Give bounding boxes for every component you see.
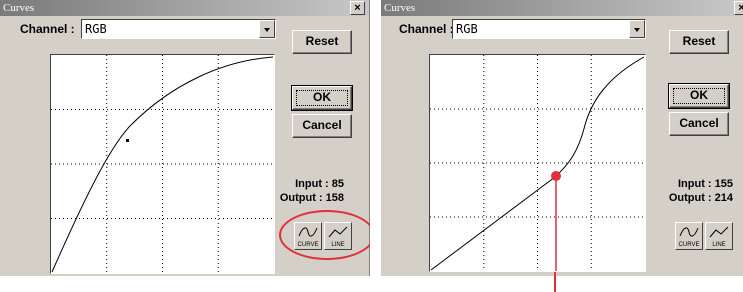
curve-mode-button[interactable]: CURVE xyxy=(675,222,703,250)
curve-icon xyxy=(679,227,699,237)
highlight-ellipse xyxy=(279,210,375,260)
marker-line-extension xyxy=(554,272,556,292)
ok-button[interactable]: OK xyxy=(668,83,730,109)
channel-label: Channel : xyxy=(20,22,75,36)
line-mode-button[interactable]: LINE xyxy=(705,222,733,250)
curve-graph[interactable] xyxy=(50,54,275,274)
focus-rect xyxy=(296,90,348,106)
curve-mode-label: CURVE xyxy=(678,242,700,248)
window-title: Curves xyxy=(384,2,416,14)
window-title: Curves xyxy=(3,2,35,14)
channel-value: RGB xyxy=(456,22,478,36)
channel-label: Channel : xyxy=(399,22,454,36)
channel-dropdown[interactable]: RGB xyxy=(452,19,646,39)
title-bar: Curves xyxy=(381,0,743,16)
line-mode-label: LINE xyxy=(712,242,726,248)
divider xyxy=(370,0,381,276)
cancel-button[interactable]: Cancel xyxy=(669,112,729,136)
output-readout: Output : 214 xyxy=(668,192,733,204)
focus-rect xyxy=(673,88,725,104)
channel-value: RGB xyxy=(85,22,107,36)
cancel-button[interactable]: Cancel xyxy=(292,114,352,138)
control-point-marker xyxy=(551,171,561,181)
curve-graph[interactable] xyxy=(429,54,646,272)
curve-plot[interactable] xyxy=(51,55,274,273)
channel-dropdown[interactable]: RGB xyxy=(81,19,276,39)
control-point xyxy=(126,139,129,142)
grid-lines xyxy=(430,55,645,271)
line-icon xyxy=(709,226,729,238)
reset-button[interactable]: Reset xyxy=(669,30,729,54)
curves-dialog-left: Curves × Channel : RGB Reset OK Cancel I… xyxy=(0,0,375,276)
title-bar: Curves xyxy=(0,0,369,16)
close-button[interactable]: × xyxy=(734,1,743,15)
close-button[interactable]: × xyxy=(350,1,365,15)
chevron-down-icon[interactable] xyxy=(629,20,645,38)
curves-dialog-right: Curves × Channel : RGB Reset OK Cancel I… xyxy=(381,0,743,276)
input-readout: Input : 155 xyxy=(677,178,733,190)
grid-lines xyxy=(51,55,274,273)
input-readout: Input : 85 xyxy=(295,178,344,190)
chevron-down-icon[interactable] xyxy=(259,20,275,38)
output-readout: Output : 158 xyxy=(279,192,344,204)
ok-button[interactable]: OK xyxy=(291,85,353,111)
curve-plot[interactable] xyxy=(430,55,645,271)
reset-button[interactable]: Reset xyxy=(292,30,352,54)
